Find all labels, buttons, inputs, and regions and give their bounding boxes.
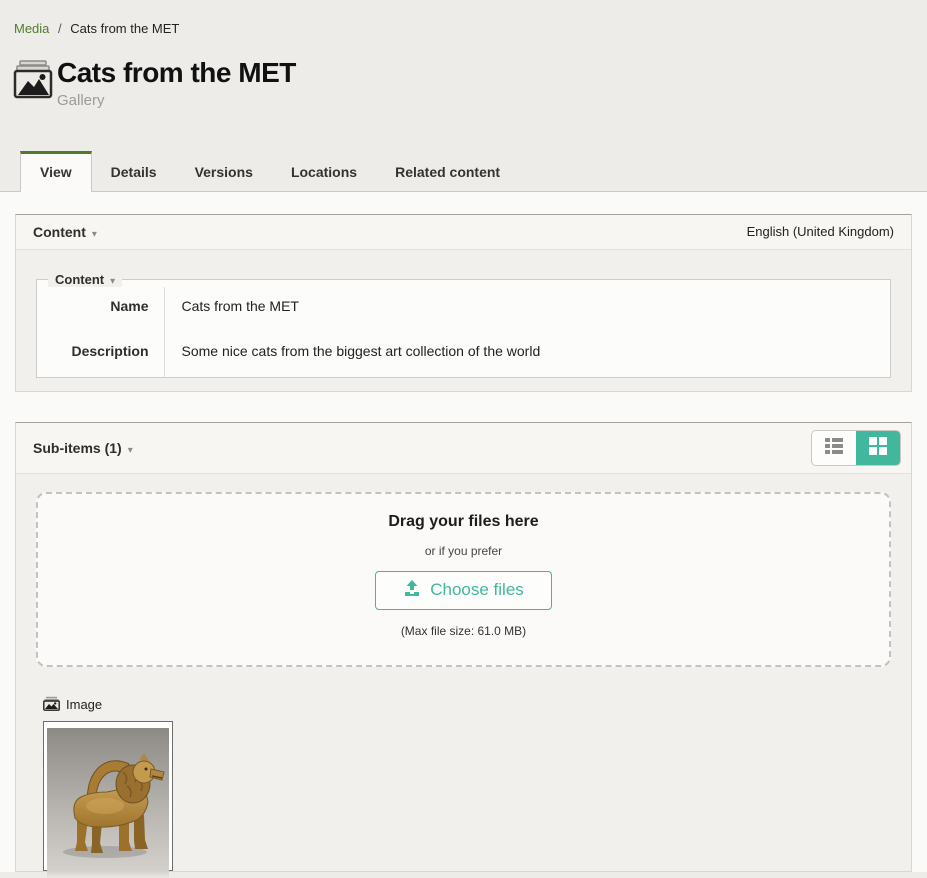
- choose-files-label: Choose files: [430, 580, 524, 600]
- content-section-header: Content ▾ English (United Kingdom): [16, 215, 911, 250]
- content-fieldset: Content ▾ Name Cats from the MET Descript…: [36, 272, 891, 378]
- subitems-section-title: Sub-items (1): [33, 440, 122, 456]
- page-title: Cats from the MET: [57, 58, 296, 89]
- grid-view-icon: [868, 436, 888, 459]
- field-value-name: Cats from the MET: [164, 287, 890, 332]
- chevron-down-icon: ▾: [110, 276, 115, 287]
- dropzone-subtitle: or if you prefer: [48, 544, 879, 558]
- tab-content: Content ▾ English (United Kingdom) Conten…: [0, 192, 927, 872]
- content-section-toggle[interactable]: Content ▾: [33, 224, 97, 240]
- tab-details[interactable]: Details: [92, 151, 176, 191]
- tab-versions[interactable]: Versions: [176, 151, 272, 191]
- choose-files-button[interactable]: Choose files: [375, 571, 552, 610]
- gold-lion-sculpture-photo: [47, 728, 169, 878]
- content-section-body: Content ▾ Name Cats from the MET Descript…: [16, 250, 911, 391]
- field-table: Name Cats from the MET Description Some …: [37, 287, 890, 377]
- field-value-description: Some nice cats from the biggest art coll…: [164, 332, 890, 377]
- subitems-section-toggle[interactable]: Sub-items (1) ▾: [33, 440, 133, 456]
- page-header: Cats from the MET Gallery: [0, 36, 927, 109]
- field-row-description: Description Some nice cats from the bigg…: [37, 332, 890, 377]
- dropzone-title: Drag your files here: [48, 513, 879, 531]
- subitem-thumbnail[interactable]: [43, 721, 173, 871]
- max-file-size-note: (Max file size: 61.0 MB): [48, 624, 879, 638]
- content-section: Content ▾ English (United Kingdom) Conten…: [15, 214, 912, 392]
- gallery-image-icon: [13, 60, 53, 105]
- image-icon: [43, 696, 60, 714]
- subitem-type-label: Image: [66, 697, 102, 712]
- field-label-name: Name: [37, 287, 164, 332]
- upload-icon: [403, 579, 421, 602]
- view-toggle: [811, 430, 901, 466]
- breadcrumb-separator: /: [58, 21, 62, 36]
- file-dropzone[interactable]: Drag your files here or if you prefer Ch…: [36, 492, 891, 667]
- subitems-section-header: Sub-items (1) ▾: [16, 423, 911, 474]
- tab-related-content[interactable]: Related content: [376, 151, 519, 191]
- subitem-type: Image: [43, 696, 173, 714]
- content-fieldset-legend[interactable]: Content ▾: [48, 272, 122, 287]
- chevron-down-icon: ▾: [92, 229, 97, 240]
- language-label: English (United Kingdom): [747, 224, 894, 239]
- tab-locations[interactable]: Locations: [272, 151, 376, 191]
- breadcrumb: Media / Cats from the MET: [0, 0, 927, 36]
- subitems-section-body: Drag your files here or if you prefer Ch…: [16, 474, 911, 871]
- chevron-down-icon: ▾: [128, 445, 133, 456]
- subitem-card: Image: [43, 696, 173, 871]
- breadcrumb-current: Cats from the MET: [70, 21, 179, 36]
- breadcrumb-link-media[interactable]: Media: [14, 21, 49, 36]
- tab-view[interactable]: View: [20, 151, 92, 192]
- field-row-name: Name Cats from the MET: [37, 287, 890, 332]
- list-view-icon: [824, 437, 844, 458]
- content-fieldset-legend-text: Content: [55, 272, 104, 287]
- tabbar: View Details Versions Locations Related …: [0, 151, 927, 192]
- grid-view-button[interactable]: [856, 431, 900, 465]
- content-section-title: Content: [33, 224, 86, 240]
- subitems-section: Sub-items (1) ▾: [15, 422, 912, 872]
- content-type-label: Gallery: [57, 92, 296, 109]
- list-view-button[interactable]: [812, 431, 856, 465]
- field-label-description: Description: [37, 332, 164, 377]
